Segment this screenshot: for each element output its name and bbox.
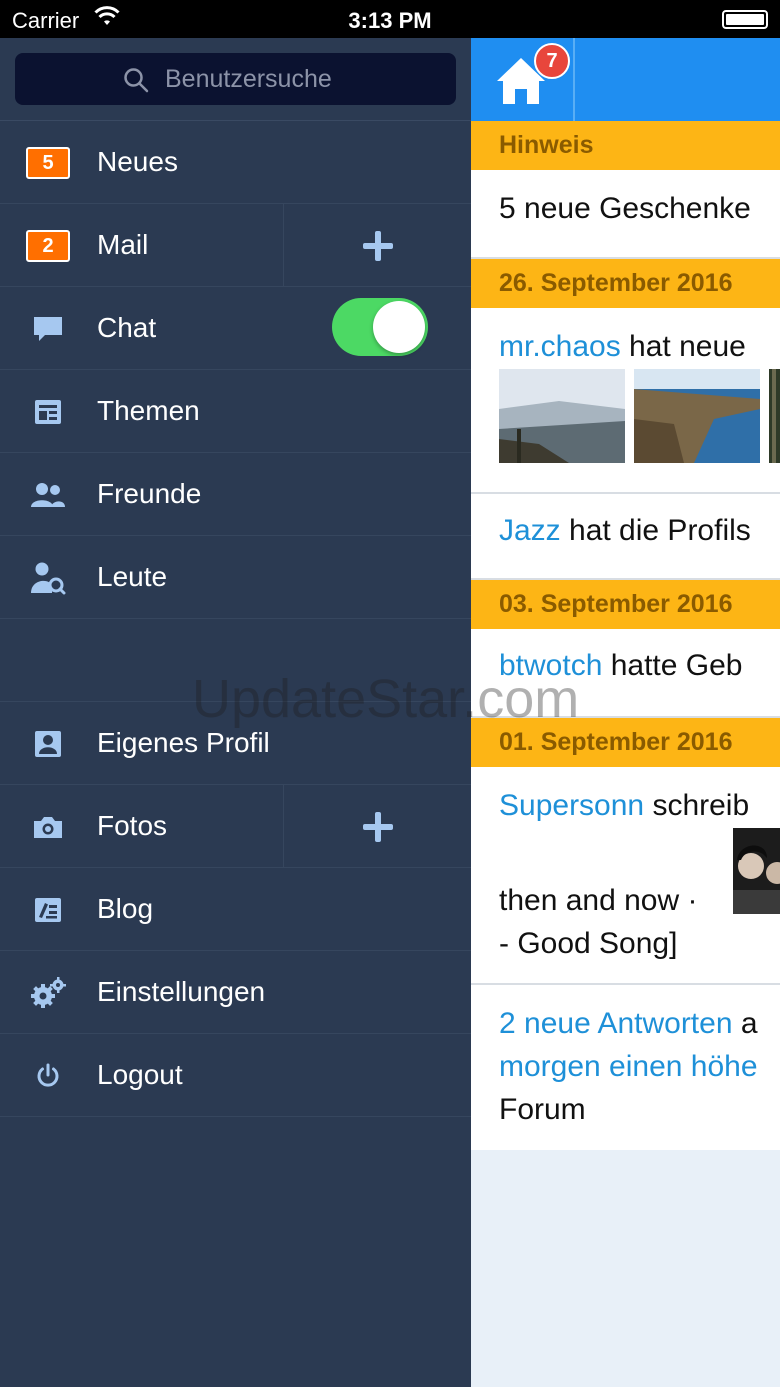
chat-bubble-icon	[24, 311, 72, 347]
divider	[573, 38, 575, 121]
plus-icon	[362, 230, 393, 261]
section-header-date: 01. September 2016	[471, 718, 780, 767]
people-search-icon	[24, 560, 72, 596]
feed-text: hat neue	[620, 330, 746, 363]
feed-item-notice[interactable]: 5 neue Geschenke	[471, 170, 780, 259]
sidebar-item-themen[interactable]: Themen	[0, 370, 471, 453]
search-icon	[123, 67, 149, 100]
section-header-date: 03. September 2016	[471, 580, 780, 629]
sidebar-item-fotos[interactable]: Fotos	[0, 785, 471, 868]
video-thumbnail[interactable]	[733, 828, 780, 914]
sidebar-item-label: Fotos	[97, 810, 168, 841]
clock: 3:13 PM	[348, 8, 432, 33]
sidebar-item-label: Logout	[97, 1059, 183, 1090]
notice-text: 5 neue Geschenke	[499, 192, 751, 225]
search-placeholder: Benutzersuche	[165, 65, 332, 93]
forum-link[interactable]: morgen einen höhe	[499, 1050, 758, 1084]
user-link[interactable]: btwotch	[499, 649, 602, 682]
search-field[interactable]: Benutzersuche	[15, 53, 456, 105]
photo-thumbnail[interactable]	[634, 369, 760, 463]
feed-text: a	[732, 1007, 758, 1040]
chat-toggle[interactable]	[332, 298, 428, 356]
top-bar: 7	[471, 38, 780, 121]
sidebar-item-label: Freunde	[97, 478, 202, 509]
power-icon	[24, 1058, 72, 1094]
photo-thumbnail[interactable]	[499, 369, 625, 463]
sidebar-item-mail[interactable]: 2 Mail	[0, 204, 471, 287]
sidebar-item-blog[interactable]: Blog	[0, 868, 471, 951]
feed-item-birthday[interactable]: btwotch hatte Geb	[471, 629, 780, 718]
feed-text: - Good Song]	[499, 927, 678, 960]
sidebar-item-freunde[interactable]: Freunde	[0, 453, 471, 536]
feed-text: schreib	[644, 789, 750, 822]
feed-text: then and now ·	[499, 884, 698, 917]
sidebar-item-label: Blog	[97, 893, 154, 924]
toggle-knob	[373, 301, 425, 353]
sidebar-item-label: Eigenes Profil	[97, 727, 270, 758]
sidebar-item-logout[interactable]: Logout	[0, 1034, 471, 1117]
neues-badge: 5	[24, 145, 72, 181]
user-link[interactable]: mr.chaos	[499, 330, 621, 363]
sidebar-item-neues[interactable]: 5 Neues	[0, 121, 471, 204]
menu-spacer	[0, 619, 471, 702]
upload-photo-button[interactable]	[284, 785, 471, 868]
status-bar: Carrier 3:13 PM	[0, 0, 780, 38]
sidebar-item-label: Themen	[97, 395, 200, 426]
plus-icon	[362, 811, 393, 842]
main-feed: 7 Hinweis 5 neue Geschenke 26. September…	[471, 38, 780, 1387]
sidebar-item-eigenes-profil[interactable]: Eigenes Profil	[0, 702, 471, 785]
forum-link[interactable]: 2 neue Antworten	[499, 1007, 733, 1040]
photo-thumbnail[interactable]	[769, 369, 780, 463]
feed-text: hatte Geb	[602, 649, 743, 682]
sidebar-item-leute[interactable]: Leute	[0, 536, 471, 619]
sidebar-item-label: Einstellungen	[97, 976, 266, 1007]
sidebar-item-einstellungen[interactable]: Einstellungen	[0, 951, 471, 1034]
sidebar-menu: Benutzersuche 5 Neues 2 Mail Chat Themen	[0, 38, 471, 1387]
new-mail-button[interactable]	[284, 204, 471, 287]
feed-text: Forum	[499, 1093, 586, 1126]
topics-icon	[24, 394, 72, 430]
notification-badge: 7	[534, 43, 570, 79]
feed-text: hat die Profils	[560, 514, 751, 547]
sidebar-item-label: Leute	[97, 561, 168, 592]
section-header-hinweis: Hinweis	[471, 121, 780, 170]
section-header-date: 26. September 2016	[471, 259, 780, 308]
gear-icon	[24, 975, 72, 1011]
user-link[interactable]: Supersonn	[499, 789, 644, 822]
blog-icon	[24, 892, 72, 928]
feed-item-forum[interactable]: 2 neue Antworten a morgen einen höhe For…	[471, 985, 780, 1150]
sidebar-item-label: Mail	[97, 229, 149, 260]
camera-icon	[24, 809, 72, 845]
mail-badge: 2	[24, 228, 72, 264]
sidebar-item-label: Chat	[97, 312, 157, 343]
sidebar-item-label: Neues	[97, 146, 178, 177]
sidebar-item-chat[interactable]: Chat	[0, 287, 471, 370]
user-link[interactable]: Jazz	[499, 514, 561, 547]
feed-item-profile[interactable]: Jazz hat die Profils	[471, 494, 780, 580]
profile-icon	[24, 726, 72, 762]
battery-icon	[722, 10, 768, 29]
friends-icon	[24, 477, 72, 513]
